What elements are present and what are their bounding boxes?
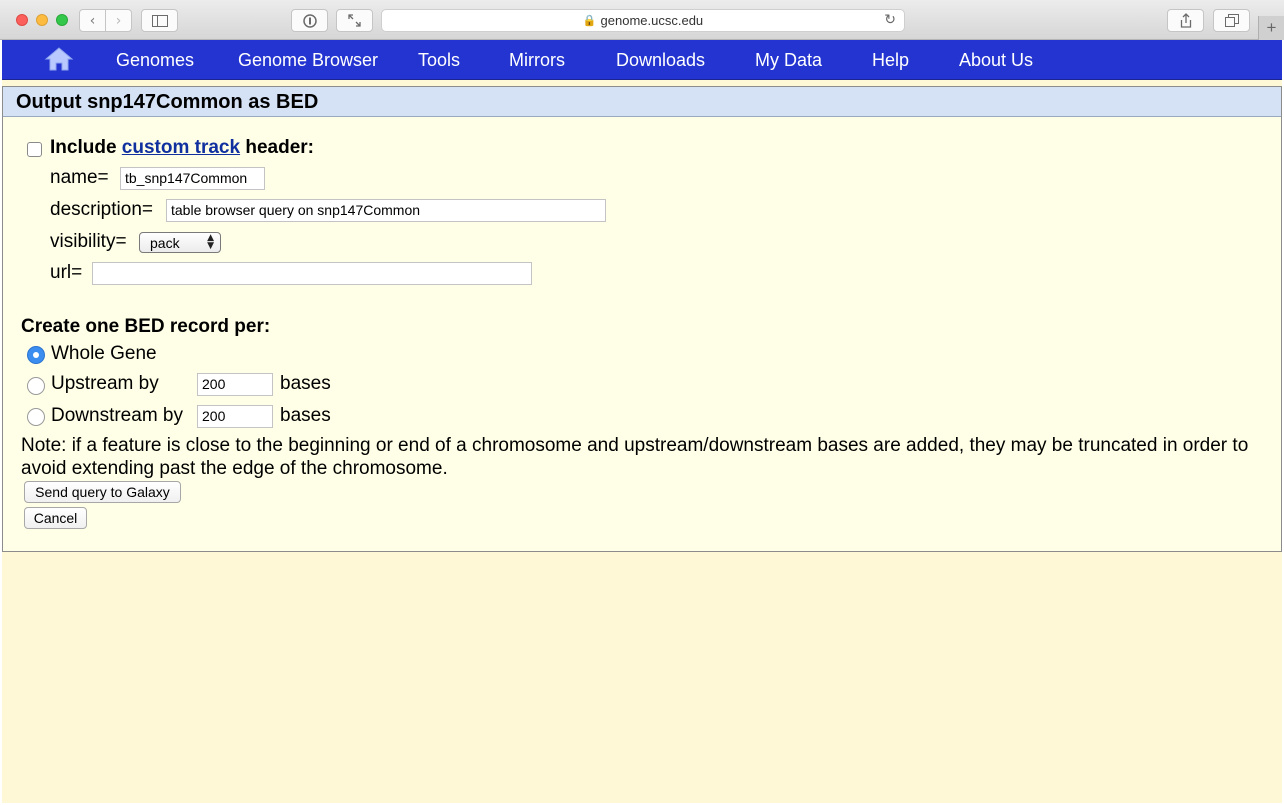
select-arrows-icon: ▲ ▼ bbox=[207, 233, 214, 251]
include-header-checkbox[interactable] bbox=[27, 142, 42, 157]
home-icon[interactable] bbox=[44, 46, 74, 72]
password-icon[interactable] bbox=[291, 9, 328, 32]
reload-icon[interactable]: ↻ bbox=[884, 12, 896, 28]
nav-genomes[interactable]: Genomes bbox=[116, 50, 194, 71]
lock-icon: 🔒 bbox=[582, 14, 597, 27]
send-to-galaxy-button[interactable]: Send query to Galaxy bbox=[24, 481, 181, 503]
close-window-button[interactable] bbox=[16, 14, 28, 26]
nav-about-us[interactable]: About Us bbox=[959, 50, 1033, 71]
whole-gene-radio[interactable] bbox=[27, 346, 45, 364]
resize-icon[interactable] bbox=[336, 9, 373, 32]
header-suffix: header: bbox=[245, 137, 314, 158]
upstream-bases-field[interactable]: 200 bbox=[197, 373, 273, 396]
visibility-select[interactable]: pack ▲ ▼ bbox=[139, 232, 221, 253]
upstream-label: Upstream by bbox=[51, 373, 159, 394]
address-url: genome.ucsc.edu bbox=[600, 13, 704, 28]
share-icon[interactable] bbox=[1167, 9, 1204, 32]
url-label: url= bbox=[50, 262, 83, 283]
page-body: Output snp147Common as BED Include custo… bbox=[2, 80, 1282, 803]
history-nav: ‹ › bbox=[79, 9, 132, 32]
nav-help[interactable]: Help bbox=[872, 50, 909, 71]
downstream-bases-label: bases bbox=[280, 405, 331, 426]
tabs-overview-icon[interactable] bbox=[1213, 9, 1250, 32]
custom-track-link[interactable]: custom track bbox=[122, 137, 240, 158]
downstream-bases-field[interactable]: 200 bbox=[197, 405, 273, 428]
whole-gene-label: Whole Gene bbox=[51, 343, 157, 364]
upstream-radio[interactable] bbox=[27, 377, 45, 395]
upstream-bases-label: bases bbox=[280, 373, 331, 394]
description-field[interactable]: table browser query on snp147Common bbox=[166, 199, 606, 222]
nav-my-data[interactable]: My Data bbox=[755, 50, 822, 71]
page-title: Output snp147Common as BED bbox=[3, 87, 1281, 117]
name-field[interactable]: tb_snp147Common bbox=[120, 167, 265, 190]
sidebar-icon[interactable] bbox=[141, 9, 178, 32]
browser-toolbar: ‹ › 🔒 genome.ucsc.edu ↻ + bbox=[0, 0, 1284, 40]
visibility-value: pack bbox=[150, 235, 180, 251]
cancel-button[interactable]: Cancel bbox=[24, 507, 87, 529]
nav-mirrors[interactable]: Mirrors bbox=[509, 50, 565, 71]
record-heading: Create one BED record per: bbox=[21, 316, 271, 337]
visibility-label: visibility= bbox=[50, 231, 127, 252]
truncation-note: Note: if a feature is close to the begin… bbox=[21, 435, 1249, 479]
name-label: name= bbox=[50, 167, 109, 188]
header-label: Include custom track header: bbox=[50, 137, 314, 159]
forward-icon[interactable]: › bbox=[105, 10, 131, 31]
downstream-label: Downstream by bbox=[51, 405, 183, 426]
description-label: description= bbox=[50, 199, 153, 220]
downstream-radio[interactable] bbox=[27, 408, 45, 426]
nav-downloads[interactable]: Downloads bbox=[616, 50, 705, 71]
nav-tools[interactable]: Tools bbox=[418, 50, 460, 71]
nav-genome-browser[interactable]: Genome Browser bbox=[238, 50, 378, 71]
bed-output-panel: Output snp147Common as BED Include custo… bbox=[2, 86, 1282, 552]
site-nav-bar: Genomes Genome Browser Tools Mirrors Dow… bbox=[2, 40, 1282, 80]
back-icon[interactable]: ‹ bbox=[80, 10, 105, 31]
url-field[interactable] bbox=[92, 262, 532, 285]
fullscreen-window-button[interactable] bbox=[56, 14, 68, 26]
address-bar[interactable]: 🔒 genome.ucsc.edu ↻ bbox=[381, 9, 905, 32]
header-prefix: Include bbox=[50, 137, 117, 158]
minimize-window-button[interactable] bbox=[36, 14, 48, 26]
new-tab-button[interactable]: + bbox=[1258, 16, 1284, 40]
